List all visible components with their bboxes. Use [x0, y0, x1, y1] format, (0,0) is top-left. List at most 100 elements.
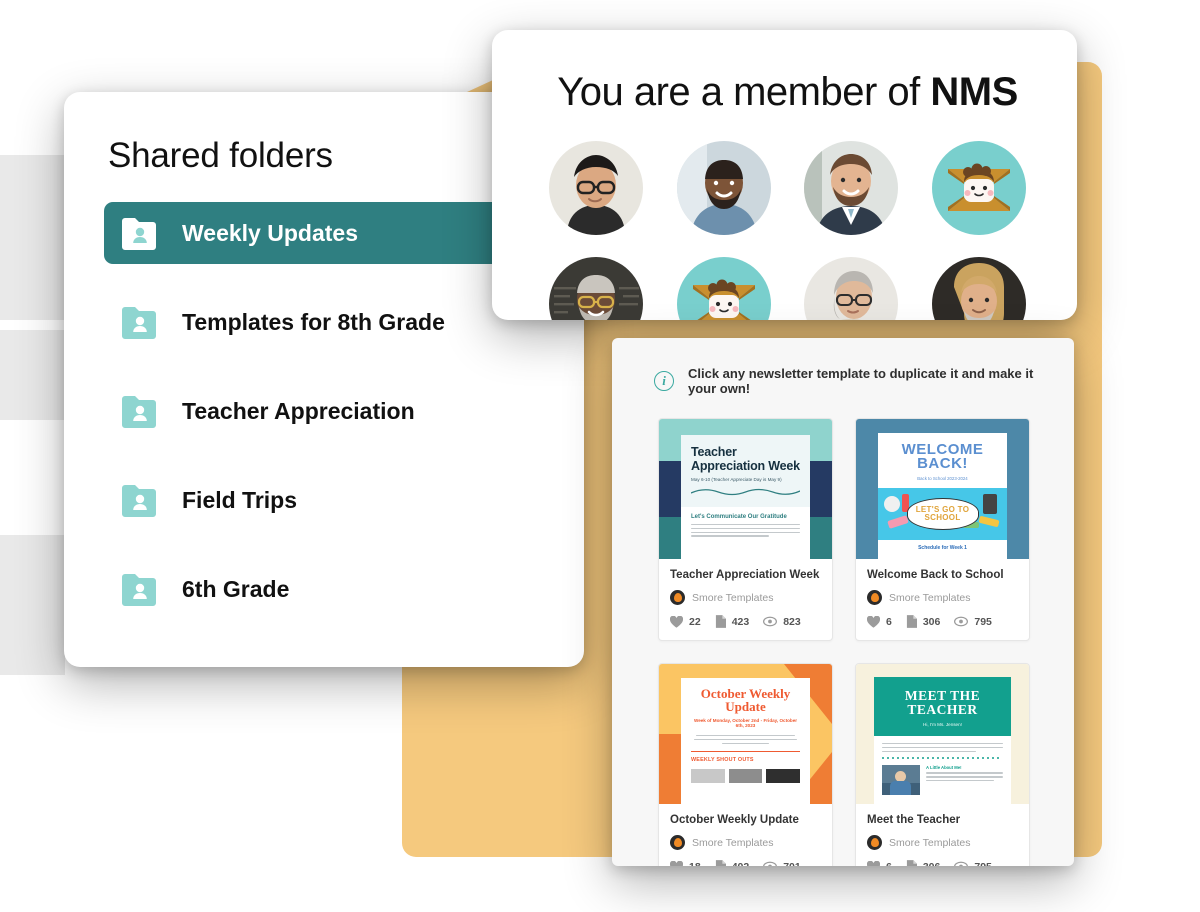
member-avatar-2[interactable] — [676, 141, 771, 235]
thumb-photo-row — [691, 768, 801, 783]
stat-copies-value: 402 — [732, 861, 750, 867]
thumb-subtitle: Back to School 2023-2024 — [917, 475, 968, 481]
stat-copies-value: 306 — [922, 615, 941, 628]
template-title: Meet the Teacher — [867, 814, 961, 826]
thumb-body-lines — [882, 743, 1003, 752]
thumb-heading: WELCOME BACK! — [901, 441, 984, 473]
info-icon: i — [654, 371, 674, 391]
sidebar-item-6th-grade[interactable]: 6th Grade — [104, 558, 550, 620]
member-avatar-4[interactable] — [932, 141, 1027, 235]
template-author-name: Smore Templates — [692, 591, 774, 604]
thumb-section-heading: WEEKLY SHOUT OUTS — [691, 756, 754, 763]
sidebar-item-teacher-appreciation[interactable]: Teacher Appreciation — [104, 380, 550, 442]
stat-views: 823 — [763, 616, 801, 628]
template-thumbnail: Teacher Appreciation Week May 6-10 (Teac… — [659, 419, 832, 559]
heart-icon — [867, 615, 880, 628]
shared-folder-list: Weekly Updates Templates for 8th Grade T… — [104, 202, 550, 620]
sidebar-item-weekly-updates[interactable]: Weekly Updates — [104, 202, 550, 264]
sidebar-item-field-trips[interactable]: Field Trips — [104, 469, 550, 531]
thumb-photo — [882, 765, 920, 796]
templates-banner-text: Click any newsletter template to duplica… — [688, 366, 1034, 396]
thumb-heading: MEET THE TEACHER — [904, 688, 981, 717]
newsletter-templates-panel: i Click any newsletter template to dupli… — [612, 338, 1074, 866]
stat-copies: 306 — [906, 860, 941, 867]
thumb-photo: LET'S GO TO SCHOOL — [878, 487, 1007, 540]
stat-copies-value: 423 — [731, 615, 750, 628]
thumb-divider — [691, 750, 800, 752]
stat-likes-value: 6 — [886, 861, 892, 867]
thumb-section-heading: A Little About Me! — [926, 765, 962, 771]
member-avatar-grid — [532, 141, 1043, 320]
thumb-header-band: MEET THE TEACHER Hi, I'm Ms. Jensen! — [874, 677, 1011, 736]
sidebar-item-label: Teacher Appreciation — [182, 397, 415, 424]
thumb-body-lines — [691, 735, 800, 744]
template-author-name: Smore Templates — [692, 836, 774, 849]
document-icon — [715, 860, 726, 866]
template-stats: 6 306 795 — [867, 860, 1018, 866]
sidebar-item-label: Field Trips — [182, 486, 298, 513]
stat-copies-value: 306 — [923, 861, 941, 867]
thumb-subtitle: Hi, I'm Ms. Jensen! — [923, 722, 962, 727]
thumb-body: A Little About Me! — [874, 736, 1011, 802]
shared-folder-icon — [120, 483, 160, 517]
template-card-october-weekly-update[interactable]: October Weekly Update Week of Monday, Oc… — [658, 663, 833, 866]
heart-icon — [867, 860, 880, 866]
thumb-heading: October Weekly Update — [700, 686, 791, 714]
heart-icon — [670, 860, 683, 866]
template-card-meta: Teacher Appreciation Week Smore Template… — [659, 559, 832, 640]
template-author: Smore Templates — [867, 835, 1018, 850]
members-title-prefix: You are a member of — [557, 70, 931, 114]
template-card-welcome-back-to-school[interactable]: WELCOME BACK! Back to School 2023-2024 L… — [855, 418, 1030, 641]
organization-name: NMS — [930, 70, 1018, 114]
document-icon — [906, 615, 917, 628]
smore-logo-icon — [867, 590, 882, 605]
template-card-meet-the-teacher[interactable]: MEET THE TEACHER Hi, I'm Ms. Jensen! A L… — [855, 663, 1030, 866]
sidebar-item-label: 6th Grade — [182, 575, 290, 602]
thumb-sheet: Teacher Appreciation Week May 6-10 (Teac… — [681, 435, 810, 559]
stat-likes: 6 — [867, 860, 892, 867]
shared-folder-icon — [120, 216, 160, 250]
sidebar-item-templates-8th-grade[interactable]: Templates for 8th Grade — [104, 291, 550, 353]
thumb-about-row: A Little About Me! — [882, 765, 1003, 796]
background-panel-strip — [0, 535, 65, 675]
thumb-bullet-lines — [926, 772, 1003, 782]
template-card-meta: October Weekly Update Smore Templates 18… — [659, 804, 832, 866]
shared-folder-icon — [120, 572, 160, 606]
template-title: Welcome Back to School — [867, 569, 1004, 581]
stat-likes-value: 22 — [689, 615, 701, 628]
member-avatar-7[interactable] — [804, 257, 899, 320]
stat-likes: 6 — [867, 615, 892, 628]
template-card-grid: Teacher Appreciation Week May 6-10 (Teac… — [638, 418, 1050, 866]
document-icon — [906, 860, 917, 866]
thumb-dot-divider — [882, 756, 1003, 760]
member-avatar-8[interactable] — [932, 257, 1027, 320]
background-panel-strip — [0, 330, 65, 420]
background-panel-strip — [0, 155, 65, 320]
thumb-sheet: MEET THE TEACHER Hi, I'm Ms. Jensen! A L… — [874, 677, 1011, 804]
member-avatar-1[interactable] — [548, 141, 643, 235]
eye-icon — [763, 861, 778, 866]
member-avatar-6[interactable] — [676, 257, 771, 320]
members-title: You are a member of NMS — [532, 70, 1043, 115]
heart-icon — [670, 615, 683, 628]
thumb-caption: Schedule for Week 1 — [918, 544, 967, 551]
screenshot-root: Shared folders Weekly Updates Templates … — [0, 0, 1200, 912]
thumb-wave-divider — [691, 488, 800, 496]
thumb-subtitle: Week of Monday, October 2nd - Friday, Oc… — [693, 718, 798, 728]
stat-views-value: 823 — [783, 615, 801, 628]
template-author-name: Smore Templates — [889, 591, 971, 604]
member-avatar-3[interactable] — [804, 141, 899, 235]
stat-views-value: 795 — [974, 615, 992, 628]
template-card-teacher-appreciation-week[interactable]: Teacher Appreciation Week May 6-10 (Teac… — [658, 418, 833, 641]
template-stats: 18 402 701 — [670, 860, 821, 866]
shared-folder-icon — [120, 305, 160, 339]
eye-icon — [954, 616, 969, 627]
stat-likes-value: 6 — [886, 615, 892, 628]
thumb-sheet: October Weekly Update Week of Monday, Oc… — [681, 678, 810, 804]
templates-info-banner: i Click any newsletter template to dupli… — [654, 366, 1050, 396]
thumb-section-heading: Let's Communicate Our Gratitude — [691, 514, 787, 520]
thumb-sheet: WELCOME BACK! Back to School 2023-2024 L… — [878, 433, 1007, 559]
template-thumbnail: WELCOME BACK! Back to School 2023-2024 L… — [856, 419, 1029, 559]
sidebar-item-label: Templates for 8th Grade — [182, 308, 445, 335]
member-avatar-5[interactable] — [548, 257, 643, 320]
